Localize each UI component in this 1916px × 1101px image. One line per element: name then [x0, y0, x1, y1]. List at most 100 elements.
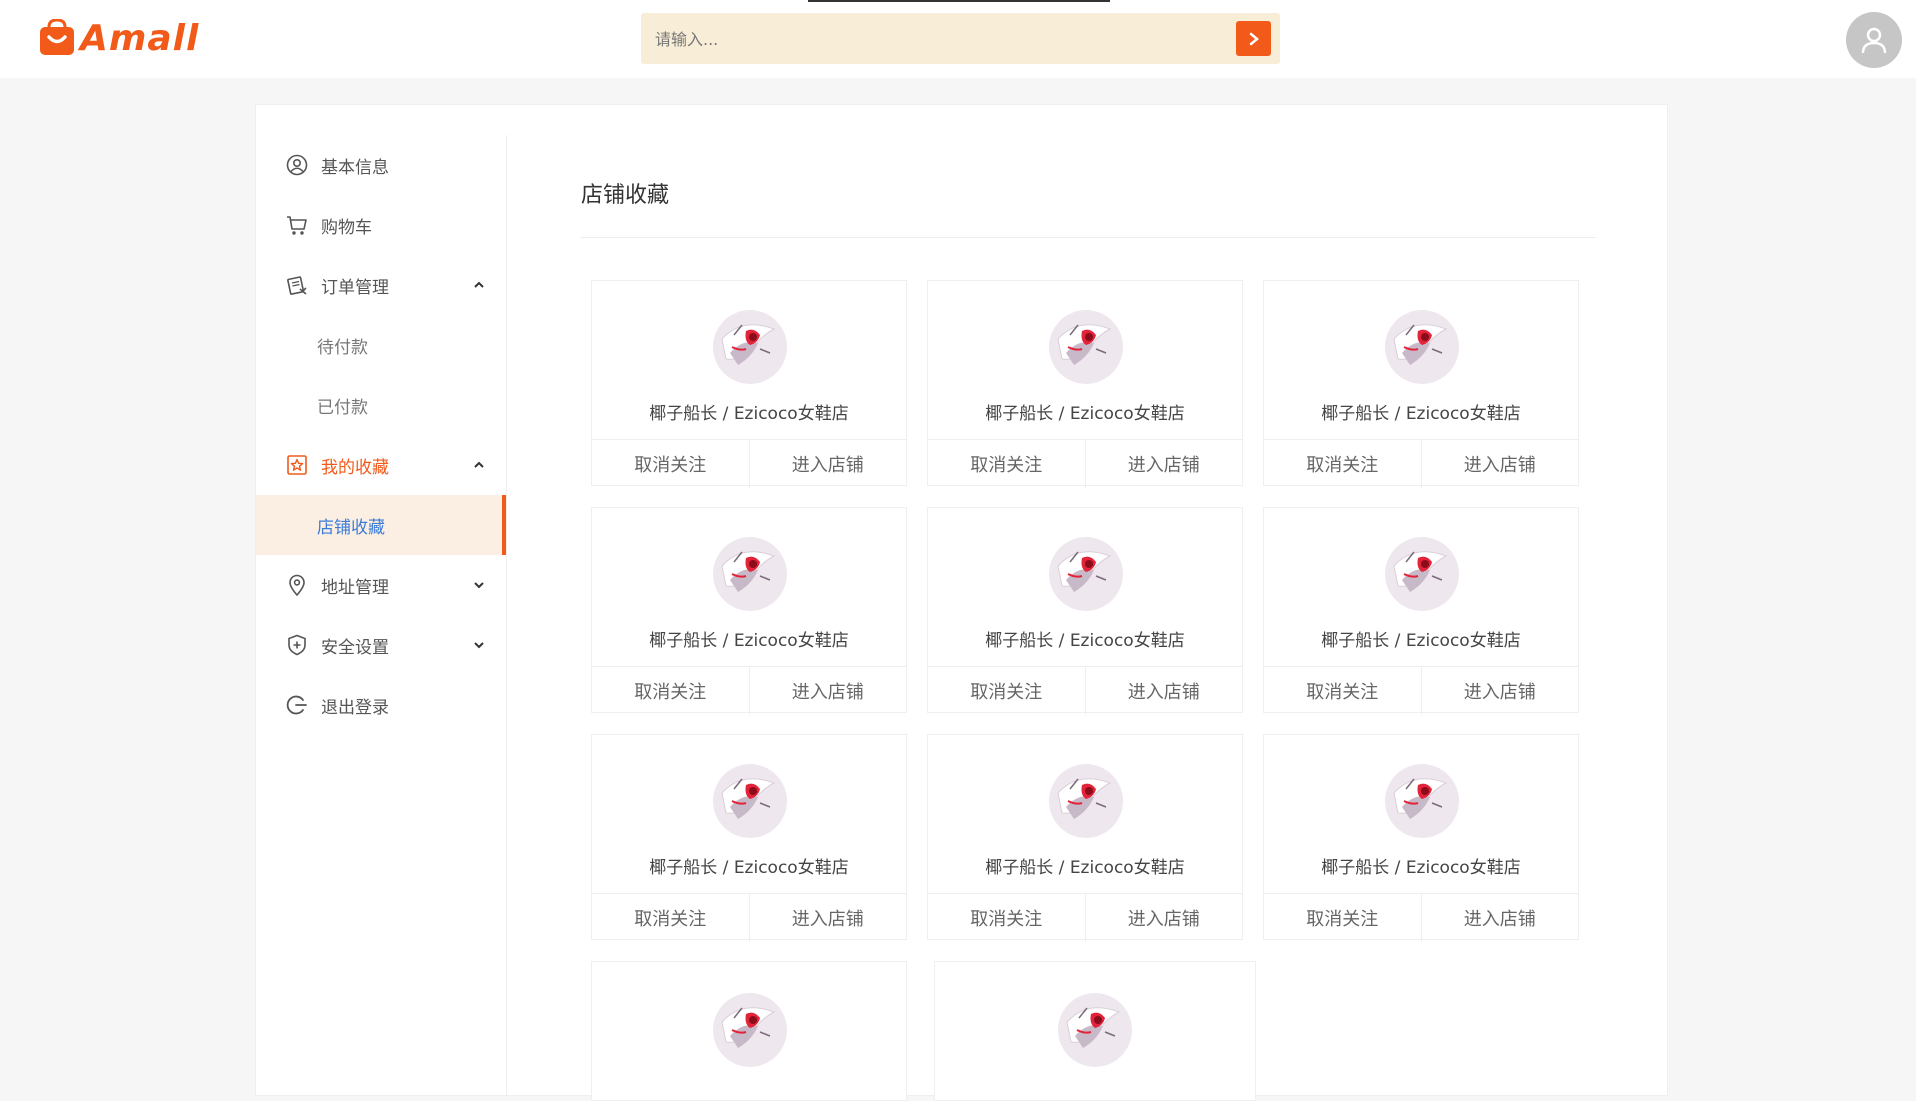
title-divider	[581, 237, 1596, 238]
shop-card: 椰子船长 / Ezicoco女鞋店 取消关注 进入店铺	[1263, 734, 1579, 942]
sidebar-item-paid[interactable]: 已付款	[256, 375, 506, 435]
chevron-right-icon	[1249, 32, 1259, 45]
shop-avatar[interactable]	[1048, 763, 1124, 839]
user-avatar[interactable]	[1846, 12, 1902, 68]
chevron-down-icon	[474, 582, 484, 589]
shop-avatar[interactable]	[1384, 763, 1460, 839]
top-header: Amall	[0, 0, 1916, 78]
unfollow-button[interactable]: 取消关注	[1264, 894, 1422, 942]
sidebar-item-cart[interactable]: 购物车	[256, 195, 506, 255]
brand-name: Amall	[80, 17, 200, 59]
logout-icon	[286, 695, 307, 715]
shop-avatar[interactable]	[1048, 309, 1124, 385]
sidebar-item-label: 已付款	[317, 397, 368, 418]
search-button[interactable]	[1236, 21, 1271, 56]
enter-shop-button[interactable]: 进入店铺	[750, 667, 907, 715]
shop-name[interactable]: 椰子船长 / Ezicoco女鞋店	[592, 626, 906, 651]
shop-card: 椰子船长 / Ezicoco女鞋店 取消关注 进入店铺	[591, 734, 907, 942]
chevron-up-icon	[474, 281, 484, 288]
search-bar	[641, 13, 1280, 66]
shopping-bag-icon	[40, 19, 74, 55]
shield-icon	[288, 634, 306, 656]
unfollow-button[interactable]: 取消关注	[928, 894, 1086, 942]
main-container: 基本信息 购物车 订单管理 待付款 已付款 我的收藏 店铺收藏 地址管理 安全设…	[255, 104, 1668, 1101]
shop-card: 椰子船长 / Ezicoco女鞋店 取消关注 进入店铺	[591, 507, 907, 715]
shop-card: 椰子船长 / Ezicoco女鞋店 取消关注 进入店铺	[1263, 280, 1579, 488]
page-title: 店铺收藏	[581, 183, 670, 208]
user-circle-icon	[286, 154, 308, 176]
top-accent-line	[808, 0, 1110, 2]
clipboard-icon	[287, 276, 307, 295]
enter-shop-button[interactable]: 进入店铺	[1422, 440, 1579, 488]
shop-avatar[interactable]	[1057, 992, 1133, 1068]
sidebar-item-orders[interactable]: 订单管理	[256, 255, 506, 315]
unfollow-button[interactable]: 取消关注	[1264, 667, 1422, 715]
search-input[interactable]	[653, 13, 1217, 66]
shop-actions: 取消关注 进入店铺	[928, 439, 1242, 488]
shop-avatar[interactable]	[712, 763, 788, 839]
shop-actions: 取消关注 进入店铺	[1264, 893, 1578, 942]
sidebar-item-favorites[interactable]: 我的收藏	[256, 435, 506, 495]
sidebar-item-security[interactable]: 安全设置	[256, 615, 506, 675]
shop-name[interactable]: 椰子船长 / Ezicoco女鞋店	[1264, 626, 1578, 651]
sidebar-divider	[506, 135, 507, 1095]
shop-avatar[interactable]	[712, 309, 788, 385]
unfollow-button[interactable]: 取消关注	[928, 440, 1086, 488]
enter-shop-button[interactable]: 进入店铺	[1422, 667, 1579, 715]
shop-name[interactable]: 椰子船长 / Ezicoco女鞋店	[928, 626, 1242, 651]
unfollow-button[interactable]: 取消关注	[928, 667, 1086, 715]
brand-logo[interactable]: Amall	[38, 17, 200, 59]
chevron-down-icon	[474, 642, 484, 649]
shop-avatar[interactable]	[712, 536, 788, 612]
sidebar-item-label: 基本信息	[321, 157, 389, 178]
unfollow-button[interactable]: 取消关注	[592, 440, 750, 488]
enter-shop-button[interactable]: 进入店铺	[1086, 894, 1243, 942]
sidebar-item-label: 待付款	[317, 337, 368, 358]
shop-card: 椰子船长 / Ezicoco女鞋店 取消关注 进入店铺	[927, 280, 1243, 488]
shop-card: 椰子船长 / Ezicoco女鞋店 取消关注 进入店铺	[927, 734, 1243, 942]
sidebar-item-label: 退出登录	[321, 697, 389, 718]
sidebar-item-label: 地址管理	[321, 577, 389, 598]
shop-card	[934, 961, 1256, 1101]
enter-shop-button[interactable]: 进入店铺	[1086, 667, 1243, 715]
sidebar-item-label: 订单管理	[321, 277, 389, 298]
unfollow-button[interactable]: 取消关注	[592, 894, 750, 942]
shop-name[interactable]: 椰子船长 / Ezicoco女鞋店	[1264, 853, 1578, 878]
shop-avatar[interactable]	[712, 992, 788, 1068]
shop-actions: 取消关注 进入店铺	[592, 439, 906, 488]
star-icon	[287, 455, 307, 475]
unfollow-button[interactable]: 取消关注	[1264, 440, 1422, 488]
shop-avatar[interactable]	[1048, 536, 1124, 612]
shop-actions: 取消关注 进入店铺	[592, 666, 906, 715]
sidebar-item-label: 我的收藏	[321, 457, 389, 478]
chevron-up-icon	[474, 461, 484, 468]
shop-card: 椰子船长 / Ezicoco女鞋店 取消关注 进入店铺	[927, 507, 1243, 715]
enter-shop-button[interactable]: 进入店铺	[750, 440, 907, 488]
sidebar-item-label: 购物车	[321, 217, 372, 238]
shop-name[interactable]: 椰子船长 / Ezicoco女鞋店	[928, 399, 1242, 424]
cart-icon	[287, 216, 307, 235]
shop-actions: 取消关注 进入店铺	[592, 893, 906, 942]
shop-name[interactable]: 椰子船长 / Ezicoco女鞋店	[592, 853, 906, 878]
sidebar-item-shop-favorites[interactable]: 店铺收藏	[256, 495, 506, 555]
shop-avatar[interactable]	[1384, 309, 1460, 385]
shop-avatar[interactable]	[1384, 536, 1460, 612]
shop-name[interactable]: 椰子船长 / Ezicoco女鞋店	[592, 399, 906, 424]
shop-card: 椰子船长 / Ezicoco女鞋店 取消关注 进入店铺	[591, 280, 907, 488]
sidebar: 基本信息 购物车 订单管理 待付款 已付款 我的收藏 店铺收藏 地址管理 安全设…	[256, 135, 506, 735]
shop-actions: 取消关注 进入店铺	[928, 893, 1242, 942]
shop-actions: 取消关注 进入店铺	[1264, 666, 1578, 715]
enter-shop-button[interactable]: 进入店铺	[1422, 894, 1579, 942]
sidebar-item-basic-info[interactable]: 基本信息	[256, 135, 506, 195]
unfollow-button[interactable]: 取消关注	[592, 667, 750, 715]
shop-name[interactable]: 椰子船长 / Ezicoco女鞋店	[928, 853, 1242, 878]
sidebar-item-logout[interactable]: 退出登录	[256, 675, 506, 735]
enter-shop-button[interactable]: 进入店铺	[1086, 440, 1243, 488]
enter-shop-button[interactable]: 进入店铺	[750, 894, 907, 942]
sidebar-item-pending-payment[interactable]: 待付款	[256, 315, 506, 375]
shop-card	[591, 961, 907, 1101]
shop-actions: 取消关注 进入店铺	[928, 666, 1242, 715]
user-icon	[1861, 27, 1887, 54]
sidebar-item-address[interactable]: 地址管理	[256, 555, 506, 615]
shop-name[interactable]: 椰子船长 / Ezicoco女鞋店	[1264, 399, 1578, 424]
